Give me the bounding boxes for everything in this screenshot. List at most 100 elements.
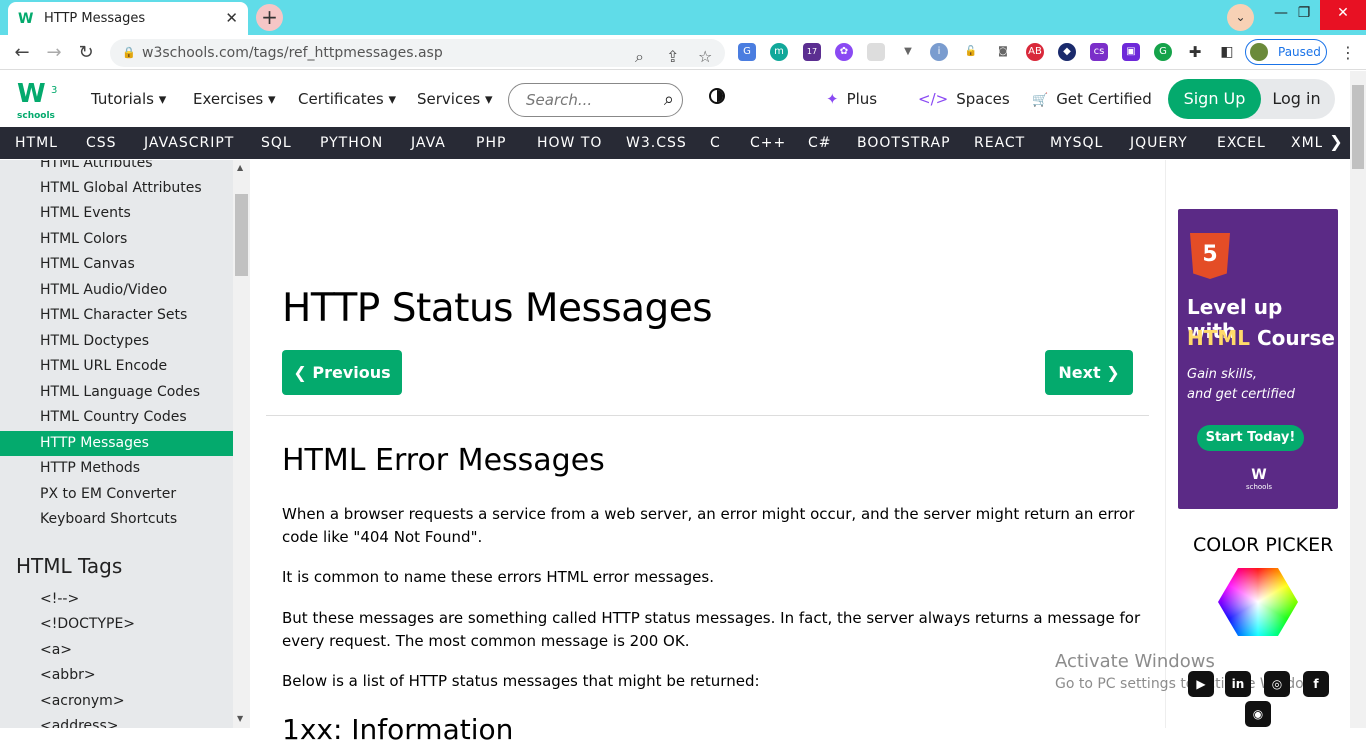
bookmark-star-icon[interactable]: ☆ (698, 43, 712, 71)
scroll-up-icon[interactable]: ▲ (237, 163, 243, 172)
sidebar-item[interactable]: HTML Doctypes (0, 329, 233, 354)
html-course-ad[interactable]: 5 Level up with HTML Course Gain skills,… (1178, 209, 1338, 509)
topnav-mysql[interactable]: MYSQL (1050, 127, 1103, 159)
menu-tutorials[interactable]: Tutorials ▾ (91, 90, 166, 108)
m-extension-icon[interactable]: m (770, 43, 788, 61)
reload-icon[interactable]: ↻ (75, 42, 97, 64)
sidebar-item[interactable]: Keyboard Shortcuts (0, 507, 233, 532)
sidebar-item[interactable]: HTTP Methods (0, 456, 233, 481)
sidebar-item[interactable]: HTML Language Codes (0, 380, 233, 405)
sidebar-tag-item[interactable]: <address> (0, 714, 233, 728)
topnav-jquery[interactable]: JQUERY (1130, 127, 1188, 159)
topnav-next-icon[interactable]: ❯ (1322, 127, 1350, 159)
topnav-c[interactable]: C (710, 127, 721, 159)
forward-arrow-icon[interactable]: → (43, 42, 65, 64)
page-scrollbar[interactable] (1350, 71, 1366, 728)
adblock-extension-icon[interactable]: AB (1026, 43, 1044, 61)
facebook-icon[interactable]: f (1303, 671, 1329, 697)
next-button[interactable]: Next ❯ (1045, 350, 1133, 395)
topnav-howto[interactable]: HOW TO (537, 127, 602, 159)
cs-extension-icon[interactable]: cs (1090, 43, 1108, 61)
topnav-java[interactable]: JAVA (411, 127, 446, 159)
topnav-react[interactable]: REACT (974, 127, 1025, 159)
sidebar-item[interactable]: HTML Events (0, 201, 233, 226)
plus-link[interactable]: ✦ Plus (826, 90, 877, 108)
puzzle-extensions-icon[interactable]: ✚ (1186, 43, 1204, 61)
topnav-w3css[interactable]: W3.CSS (626, 127, 687, 159)
sidebar-item[interactable]: PX to EM Converter (0, 482, 233, 507)
start-today-button[interactable]: Start Today! (1197, 425, 1304, 451)
topnav-xml[interactable]: XML (1291, 127, 1323, 159)
topnav-sql[interactable]: SQL (261, 127, 292, 159)
search-icon[interactable]: ⌕ (664, 84, 674, 116)
sidebar-item[interactable]: HTML URL Encode (0, 354, 233, 379)
sidebar-item[interactable]: HTML Canvas (0, 252, 233, 277)
share-icon[interactable]: ⇪ (666, 43, 679, 71)
topnav-php[interactable]: PHP (476, 127, 506, 159)
scroll-down-icon[interactable]: ▼ (237, 714, 243, 723)
topnav-bootstrap[interactable]: BOOTSTRAP (857, 127, 951, 159)
grammarly-extension-icon[interactable]: G (1154, 43, 1172, 61)
menu-kebab-icon[interactable]: ⋮ (1340, 43, 1356, 62)
sidebar-item[interactable]: HTML Colors (0, 227, 233, 252)
address-bar[interactable]: 🔒 w3schools.com/tags/ref_httpmessages.as… (110, 39, 725, 67)
menu-services[interactable]: Services ▾ (417, 90, 493, 108)
sidebar-tag-item[interactable]: <!--> (0, 587, 233, 612)
sidebar-scrollbar[interactable]: ▲ ▼ (233, 160, 250, 728)
translate-extension-icon[interactable]: G (738, 43, 756, 61)
zoom-search-icon[interactable]: ⌕ (635, 43, 644, 71)
sidebar-item[interactable]: HTML Audio/Video (0, 278, 233, 303)
search-input[interactable]: Search... ⌕ (508, 83, 683, 117)
profile-paused-button[interactable]: Paused (1245, 39, 1327, 65)
color-wheel-icon[interactable] (1218, 568, 1298, 636)
youtube-icon[interactable]: ▶ (1188, 671, 1214, 697)
dark-mode-toggle-icon[interactable] (709, 88, 725, 104)
linkedin-icon[interactable]: in (1225, 671, 1251, 697)
ad-logo-schools: schools (1245, 483, 1273, 491)
sidebar-item[interactable]: HTML Attributes (0, 160, 233, 176)
back-arrow-icon[interactable]: ← (11, 42, 33, 64)
browser-tab[interactable]: W HTTP Messages ✕ (8, 2, 248, 35)
close-window-button[interactable]: ✕ (1320, 0, 1366, 30)
sidebar-item-http-messages[interactable]: HTTP Messages (0, 431, 233, 456)
topnav-cpp[interactable]: C++ (750, 127, 786, 159)
gear-extension-icon[interactable]: ✿ (835, 43, 853, 61)
video-extension-icon[interactable]: ▣ (1122, 43, 1140, 61)
activate-windows-title: Activate Windows (1055, 651, 1215, 672)
topnav-javascript[interactable]: JAVASCRIPT (144, 127, 234, 159)
spaces-link[interactable]: </> Spaces (918, 90, 1010, 108)
signup-button[interactable]: Sign Up (1168, 79, 1261, 119)
topnav-html[interactable]: HTML (15, 127, 58, 159)
topnav-python[interactable]: PYTHON (320, 127, 383, 159)
sidebar-item[interactable]: HTML Global Attributes (0, 176, 233, 201)
page-scroll-thumb[interactable] (1352, 85, 1364, 169)
v-extension-icon[interactable]: ▼ (899, 43, 917, 61)
diamond-extension-icon[interactable]: ◆ (1058, 43, 1076, 61)
camera-extension-icon[interactable]: ◙ (994, 43, 1012, 61)
discord-icon[interactable]: ◎ (1264, 671, 1290, 697)
sidebar-item[interactable]: HTML Character Sets (0, 303, 233, 328)
menu-certificates[interactable]: Certificates ▾ (298, 90, 396, 108)
info-extension-icon[interactable]: i (930, 43, 948, 61)
w3schools-logo[interactable]: W 3 schools (17, 81, 59, 121)
tab-close-icon[interactable]: ✕ (225, 9, 238, 27)
sidebar-tag-item[interactable]: <!DOCTYPE> (0, 612, 233, 637)
instagram-icon[interactable]: ◉ (1245, 701, 1271, 727)
lock-extension-icon[interactable]: 🔓 (962, 43, 980, 61)
topnav-css[interactable]: CSS (86, 127, 117, 159)
sidebar-item[interactable]: HTML Country Codes (0, 405, 233, 430)
topnav-csharp[interactable]: C# (808, 127, 832, 159)
grad-cap-extension-icon[interactable]: 17 (803, 43, 821, 61)
get-certified-link[interactable]: 🛒 Get Certified (1032, 90, 1152, 108)
new-tab-button[interactable]: + (256, 4, 283, 31)
grid-extension-icon[interactable] (867, 43, 885, 61)
side-panel-icon[interactable]: ◧ (1218, 43, 1236, 61)
sidebar-tag-item[interactable]: <acronym> (0, 689, 233, 714)
menu-exercises[interactable]: Exercises ▾ (193, 90, 276, 108)
tab-search-button[interactable]: ⌄ (1227, 4, 1254, 31)
sidebar-tag-item[interactable]: <abbr> (0, 663, 233, 688)
sidebar-tag-item[interactable]: <a> (0, 638, 233, 663)
topnav-excel[interactable]: EXCEL (1217, 127, 1266, 159)
sidebar-scroll-thumb[interactable] (235, 194, 248, 276)
previous-button[interactable]: ❮ Previous (282, 350, 402, 395)
